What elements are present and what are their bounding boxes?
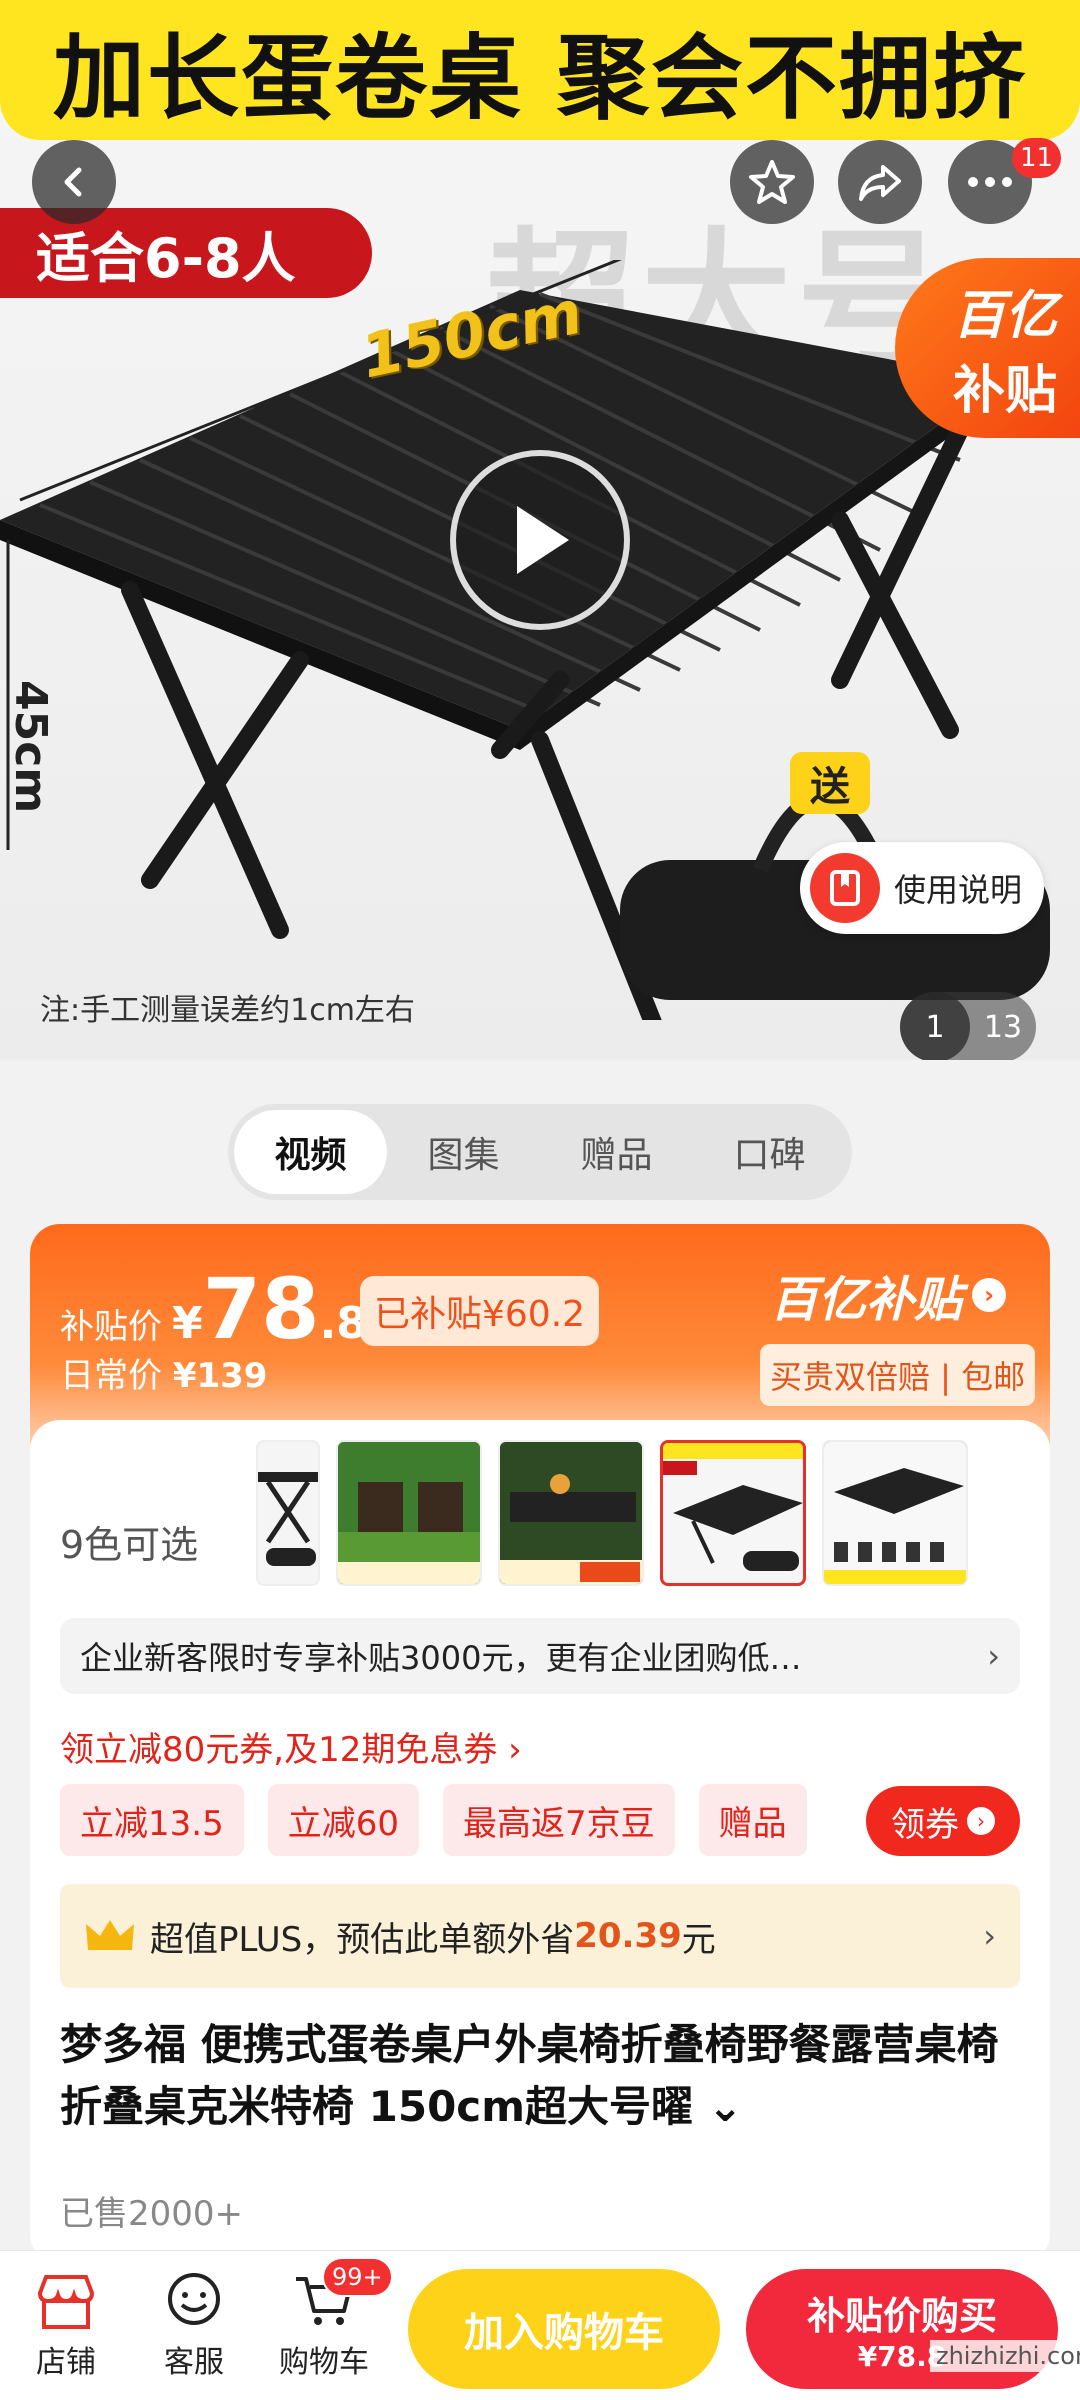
message-badge: 11 bbox=[1012, 138, 1062, 178]
product-image-carousel[interactable]: 加长蛋卷桌 聚会不拥挤 超大号 适合6-8人 150cm 45cm 送 注:手工… bbox=[0, 0, 1080, 1060]
crown-icon bbox=[86, 1920, 134, 1950]
coupon-chips: 立减13.5 立减60 最高返7京豆 赠品 bbox=[60, 1784, 807, 1856]
chevron-left-icon bbox=[64, 167, 82, 197]
service-label: 客服 bbox=[164, 2345, 224, 2380]
billion-subsidy-link[interactable]: 百亿补贴 › bbox=[770, 1260, 1007, 1330]
coupon-chip[interactable]: 最高返7京豆 bbox=[442, 1784, 675, 1856]
height-dimension-label: 45cm bbox=[5, 680, 56, 814]
sold-count: 已售2000+ bbox=[60, 2194, 244, 2234]
coupon-chip[interactable]: 赠品 bbox=[698, 1784, 807, 1856]
store-button[interactable]: 店铺 bbox=[6, 2271, 126, 2381]
share-icon bbox=[859, 165, 901, 201]
cart-button[interactable]: 购物车 99+ bbox=[264, 2257, 393, 2381]
headline-text: 加长蛋卷桌 聚会不拥挤 bbox=[52, 24, 1028, 132]
play-video-button[interactable] bbox=[450, 450, 630, 630]
chat-icon bbox=[162, 2271, 226, 2331]
customer-service-button[interactable]: 客服 bbox=[134, 2271, 254, 2381]
plus-suffix: 元 bbox=[681, 1919, 716, 1960]
subsidized-amount-chip: 已补贴¥60.2 bbox=[360, 1276, 600, 1346]
plus-prefix: 超值PLUS，预估此单额外省 bbox=[150, 1919, 575, 1960]
coupon-chip[interactable]: 立减60 bbox=[267, 1784, 419, 1856]
chevron-right-icon: › bbox=[987, 1637, 1000, 1675]
tab-gifts[interactable]: 赠品 bbox=[540, 1110, 693, 1194]
variant-thumb[interactable] bbox=[822, 1440, 968, 1586]
site-watermark: zhizhizhi.com bbox=[930, 2340, 1080, 2372]
tab-reviews[interactable]: 口碑 bbox=[693, 1110, 846, 1194]
bottom-action-bar: 店铺 客服 购物车 99+ 加入购物车 补贴价购买 ¥78.8 bbox=[0, 2250, 1080, 2400]
variant-thumbnails bbox=[256, 1440, 968, 1586]
subsidy-price-label: 补贴价 bbox=[60, 1307, 162, 1347]
chevron-right-icon: › bbox=[972, 1278, 1007, 1312]
enterprise-offer-bar[interactable]: 企业新客限时专享补贴3000元，更有企业团购低… › bbox=[60, 1618, 1020, 1694]
guarantee-chip: 买贵双倍赔 | 包邮 bbox=[760, 1344, 1036, 1406]
price-card: 补贴价 ¥ 78 .8 已补贴¥60.2 日常价 ¥139 百亿补贴 › 买贵双… bbox=[30, 1224, 1050, 2264]
plus-savings-bar[interactable]: 超值PLUS，预估此单额外省 20.39 元 › bbox=[60, 1884, 1020, 1988]
variant-thumb[interactable] bbox=[498, 1440, 644, 1586]
headline-banner: 加长蛋卷桌 聚会不拥挤 bbox=[0, 0, 1080, 140]
measurement-note: 注:手工测量误差约1cm左右 bbox=[40, 993, 415, 1028]
gift-tag: 送 bbox=[790, 752, 870, 814]
media-tabs: 视频 图集 赠品 口碑 bbox=[228, 1104, 852, 1200]
more-icon bbox=[968, 177, 1012, 187]
manual-label: 使用说明 bbox=[894, 871, 1023, 909]
subsidy-corner-line1: 百亿 bbox=[952, 286, 1057, 346]
book-icon bbox=[810, 853, 880, 923]
price-integer: 78 bbox=[202, 1260, 320, 1358]
coupon-chip[interactable]: 立减13.5 bbox=[60, 1784, 244, 1856]
product-title[interactable]: 梦多福 便携式蛋卷桌户外桌椅折叠椅野餐露营桌椅折叠桌克米特椅 150cm超大号曜… bbox=[60, 2014, 1020, 2138]
tab-video[interactable]: 视频 bbox=[234, 1110, 387, 1194]
play-icon bbox=[517, 506, 569, 574]
regular-price-value: ¥139 bbox=[172, 1356, 268, 1396]
variant-thumb-selected[interactable] bbox=[660, 1440, 806, 1586]
plus-amount: 20.39 bbox=[574, 1916, 682, 1956]
store-label: 店铺 bbox=[36, 2345, 96, 2380]
page-total: 13 bbox=[983, 1009, 1023, 1045]
favorite-button[interactable] bbox=[730, 140, 814, 224]
price-currency: ¥ bbox=[172, 1298, 203, 1349]
buy-button-title: 补贴价购买 bbox=[806, 2294, 997, 2338]
star-icon bbox=[749, 160, 795, 204]
regular-price-label: 日常价 bbox=[60, 1356, 162, 1396]
cart-label: 购物车 bbox=[279, 2345, 369, 2380]
tab-gallery[interactable]: 图集 bbox=[387, 1110, 540, 1194]
cart-count-badge: 99+ bbox=[322, 2257, 393, 2297]
store-icon bbox=[34, 2271, 98, 2331]
variant-thumb[interactable] bbox=[256, 1440, 320, 1586]
page-current: 1 bbox=[900, 992, 970, 1060]
regular-price: 日常价 ¥139 bbox=[60, 1348, 267, 1397]
add-to-cart-button[interactable]: 加入购物车 bbox=[408, 2269, 720, 2389]
get-coupon-label: 领券 bbox=[891, 1804, 959, 1845]
color-options-label[interactable]: 9色可选 bbox=[60, 1514, 198, 1569]
brand-label: 百亿补贴 bbox=[770, 1272, 963, 1328]
enterprise-offer-text: 企业新客限时专享补贴3000元，更有企业团购低… bbox=[80, 1639, 802, 1677]
back-button[interactable] bbox=[32, 140, 116, 224]
subsidy-corner-line2: 补贴 bbox=[952, 361, 1057, 421]
subsidy-corner-badge: 百亿 补贴 bbox=[895, 258, 1080, 438]
product-detail-screen: 加长蛋卷桌 聚会不拥挤 超大号 适合6-8人 150cm 45cm 送 注:手工… bbox=[0, 0, 1080, 2400]
chevron-right-icon: › bbox=[983, 1917, 996, 1955]
subsidy-price: 补贴价 ¥ 78 .8 bbox=[60, 1260, 367, 1358]
coupon-summary-link[interactable]: 领立减80元券,及12期免息券 › bbox=[60, 1722, 522, 1771]
image-page-indicator: 1 13 bbox=[900, 992, 1036, 1060]
instruction-manual-button[interactable]: 使用说明 bbox=[800, 842, 1044, 934]
variant-thumb[interactable] bbox=[336, 1440, 482, 1586]
share-button[interactable] bbox=[838, 140, 922, 224]
get-coupon-button[interactable]: 领券 › bbox=[866, 1786, 1020, 1856]
chevron-right-icon: › bbox=[967, 1807, 995, 1835]
